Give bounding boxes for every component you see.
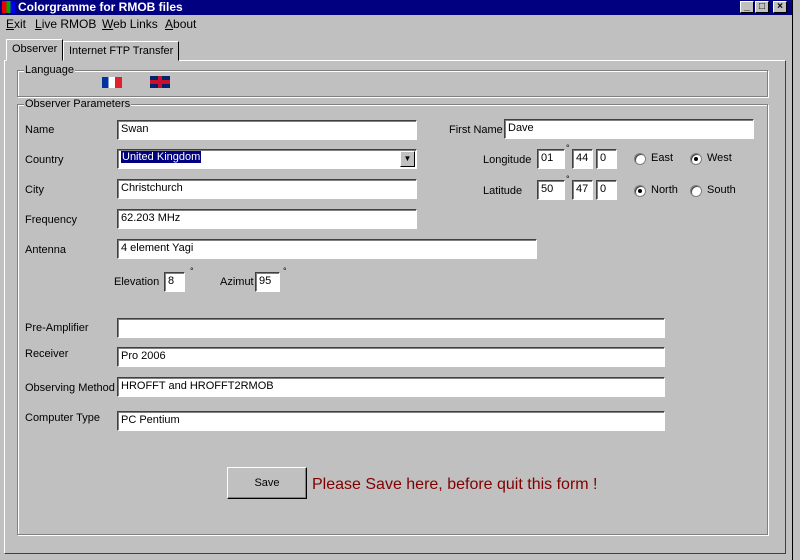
desktop-edge	[792, 0, 800, 560]
observer-parameters-label: Observer Parameters	[24, 98, 132, 110]
north-label: North	[651, 184, 678, 196]
name-field[interactable]: Swan	[117, 120, 417, 140]
longitude-seconds-field[interactable]: 0	[596, 149, 617, 169]
longitude-minutes-field[interactable]: 44	[572, 149, 593, 169]
tab-internet-ftp-transfer[interactable]: Internet FTP Transfer	[63, 41, 180, 61]
first-name-field[interactable]: Dave	[504, 119, 754, 139]
azimut-field[interactable]: 95	[255, 272, 280, 292]
city-label: City	[25, 184, 44, 196]
elevation-field[interactable]: 8	[164, 272, 185, 292]
name-label: Name	[25, 124, 55, 136]
tab-observer[interactable]: Observer	[6, 39, 64, 61]
menu-about[interactable]: About	[165, 17, 196, 31]
pre-amplifier-label: Pre-Amplifier	[25, 322, 89, 334]
antenna-label: Antenna	[25, 244, 66, 256]
south-radio[interactable]	[690, 185, 702, 197]
language-group	[17, 70, 768, 97]
observing-method-label: Observing Method	[25, 382, 115, 394]
app-icon	[2, 1, 15, 13]
window-title: Colorgramme for RMOB files	[18, 0, 183, 14]
elevation-label: Elevation	[114, 276, 160, 288]
pre-amplifier-field[interactable]	[117, 318, 665, 338]
latitude-seconds-field[interactable]: 0	[596, 180, 617, 200]
computer-type-label: Computer Type	[25, 412, 101, 424]
receiver-label: Receiver	[25, 348, 69, 360]
uk-flag-icon[interactable]	[150, 76, 170, 88]
maximize-button[interactable]: □	[755, 1, 769, 13]
chevron-down-icon[interactable]: ▼	[400, 151, 415, 167]
east-label: East	[651, 152, 674, 164]
south-label: South	[707, 184, 736, 196]
country-select[interactable]: United Kingdom ▼	[117, 149, 417, 169]
azimut-label: Azimut	[220, 276, 254, 288]
east-radio[interactable]	[634, 153, 646, 165]
save-reminder-message: Please Save here, before quit this form …	[312, 476, 598, 493]
minimize-button[interactable]: _	[740, 1, 754, 13]
receiver-field[interactable]: Pro 2006	[117, 347, 665, 367]
latitude-degrees-field[interactable]: 50	[537, 180, 565, 200]
menu-exit[interactable]: Exit	[6, 17, 26, 31]
frequency-field[interactable]: 62.203 MHz	[117, 209, 417, 229]
longitude-label: Longitude	[483, 154, 532, 166]
menu-live-rmob[interactable]: Live RMOB	[35, 17, 96, 31]
title-bar: Colorgramme for RMOB files _ □ ×	[0, 0, 792, 15]
latitude-label: Latitude	[483, 185, 523, 197]
country-label: Country	[25, 154, 64, 166]
country-selected-value: United Kingdom	[121, 151, 202, 163]
computer-type-field[interactable]: PC Pentium	[117, 411, 665, 431]
language-label: Language	[24, 64, 75, 76]
west-label: West	[707, 152, 732, 164]
north-radio[interactable]	[634, 185, 646, 197]
longitude-degree-unit: °	[566, 143, 570, 153]
antenna-field[interactable]: 4 element Yagi	[117, 239, 537, 259]
azimut-degree-unit: °	[283, 266, 287, 276]
latitude-degree-unit: °	[566, 174, 570, 184]
west-radio[interactable]	[690, 153, 702, 165]
save-button[interactable]: Save	[227, 467, 307, 499]
french-flag-icon[interactable]	[102, 77, 122, 88]
longitude-degrees-field[interactable]: 01	[537, 149, 565, 169]
menu-web-links[interactable]: Web Links	[102, 17, 158, 31]
latitude-minutes-field[interactable]: 47	[572, 180, 593, 200]
close-button[interactable]: ×	[773, 1, 787, 13]
frequency-label: Frequency	[25, 214, 77, 226]
elevation-degree-unit: °	[190, 266, 194, 276]
first-name-label: First Name	[449, 124, 503, 136]
observing-method-field[interactable]: HROFFT and HROFFT2RMOB	[117, 377, 665, 397]
city-field[interactable]: Christchurch	[117, 179, 417, 199]
